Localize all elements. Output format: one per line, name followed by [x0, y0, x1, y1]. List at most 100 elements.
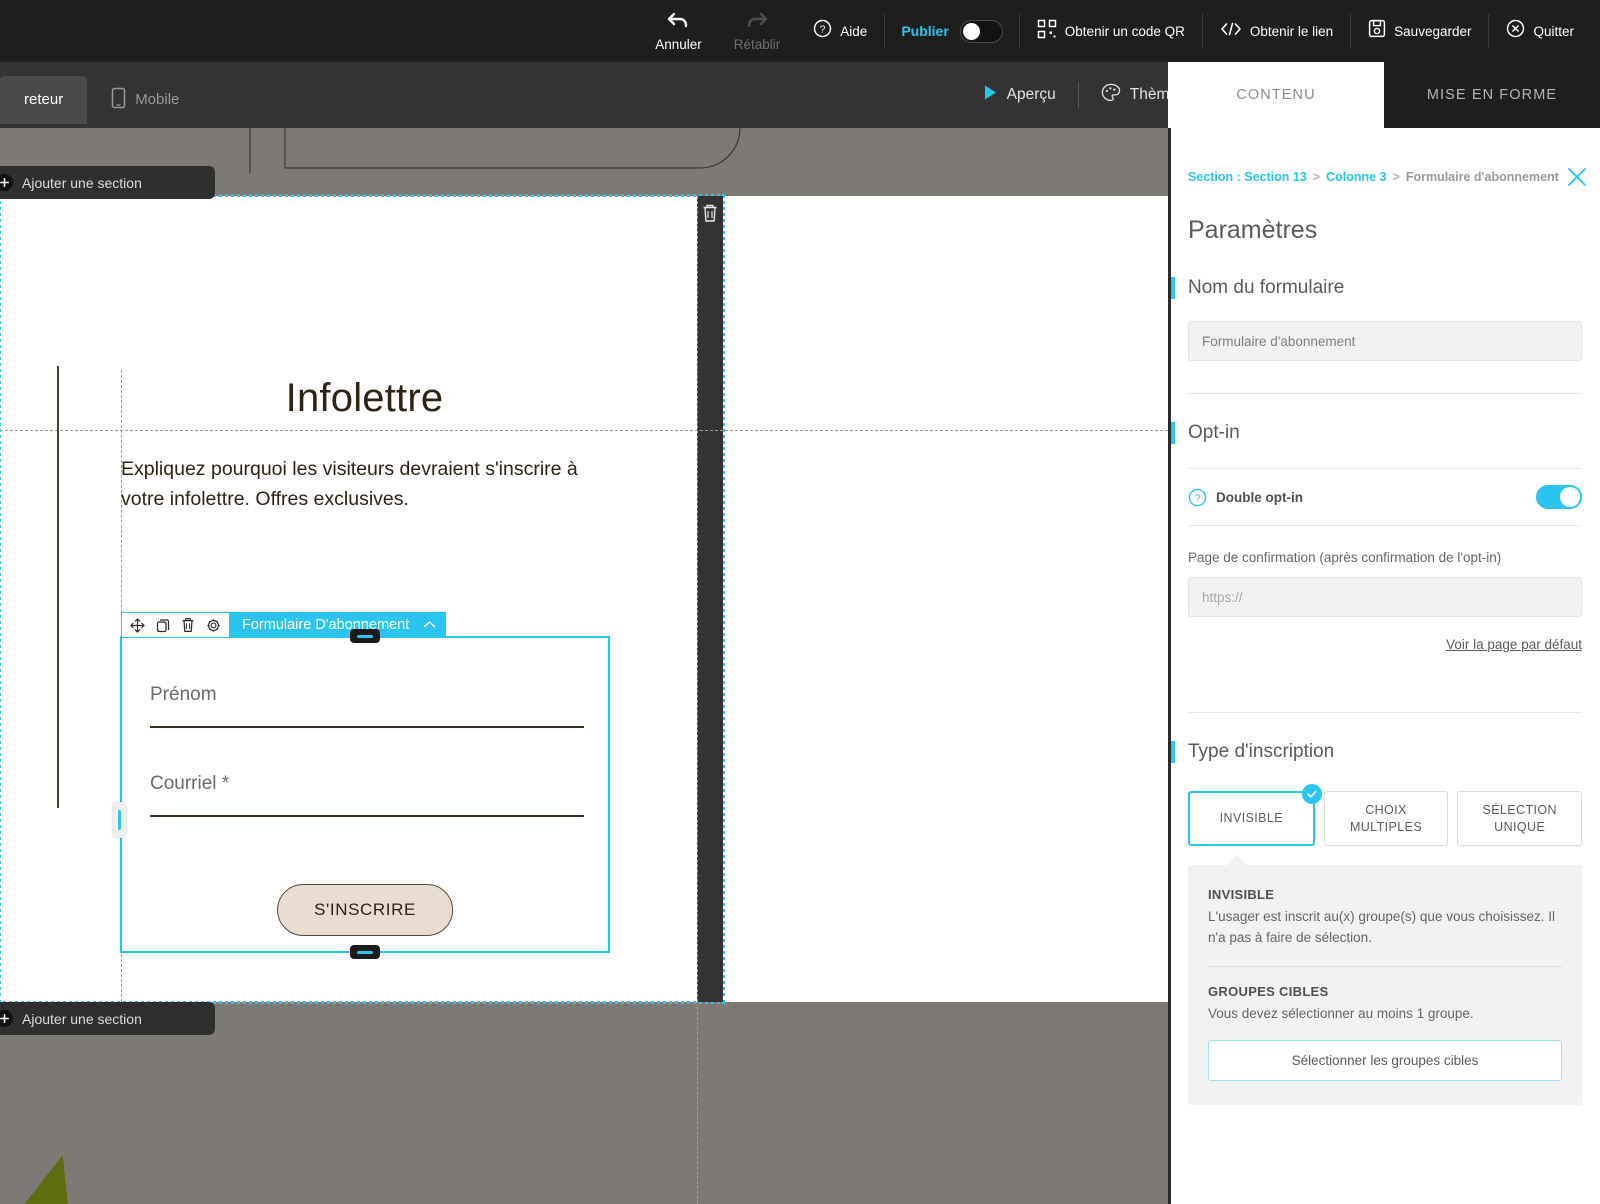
- form-field-first-name[interactable]: Prénom: [150, 684, 584, 728]
- subscription-form[interactable]: Prénom Courriel * S'INSCRIRE: [120, 636, 610, 953]
- element-toolbar-title: Formulaire D'abonnement: [242, 617, 409, 633]
- publish-switch[interactable]: [960, 20, 1003, 43]
- divider: [1188, 393, 1582, 394]
- decorative-green-shape: [5, 1155, 69, 1204]
- option-choix-multiples-label: CHOIX MULTIPLES: [1350, 802, 1422, 836]
- inscription-info-card: INVISIBLE L'usager est inscrit au(x) gro…: [1188, 865, 1582, 1105]
- quit-button[interactable]: Quitter: [1489, 0, 1600, 62]
- switch-knob: [1560, 487, 1580, 507]
- question-circle-icon[interactable]: ?: [1188, 488, 1207, 507]
- move-cross-icon[interactable]: [130, 618, 145, 633]
- element-toolbar-icons: [121, 612, 229, 638]
- newsletter-block[interactable]: Infolettre Expliquez pourquoi les visite…: [121, 200, 608, 514]
- option-invisible-label: INVISIBLE: [1220, 810, 1283, 827]
- resize-handle-top[interactable]: [350, 629, 380, 643]
- redo-label: Rétablir: [734, 37, 781, 52]
- callout-arrow: [1226, 855, 1248, 866]
- breadcrumb-section[interactable]: Section : Section 13: [1188, 170, 1307, 184]
- device-tab-mobile-label: Mobile: [135, 91, 179, 108]
- form-field-email[interactable]: Courriel *: [150, 773, 584, 817]
- section-form-name: Nom du formulaire: [1171, 277, 1600, 361]
- page-canvas[interactable]: Ajouter une section Infolettre Expliquez…: [0, 128, 1168, 1204]
- divider: [1188, 712, 1582, 713]
- gear-icon[interactable]: [206, 618, 221, 633]
- default-page-link[interactable]: Voir la page par défaut: [1188, 637, 1582, 652]
- add-section-top-label: Ajouter une section: [22, 175, 142, 191]
- resize-handle-left[interactable]: [113, 802, 126, 838]
- optin-title-label: Opt-in: [1188, 422, 1240, 443]
- accent-bar: [1171, 277, 1175, 299]
- option-invisible[interactable]: INVISIBLE: [1188, 791, 1315, 846]
- confirmation-page-label: Page de confirmation (après confirmation…: [1188, 550, 1582, 565]
- preview-label: Aperçu: [1007, 86, 1056, 104]
- option-choix-multiples[interactable]: CHOIX MULTIPLES: [1324, 791, 1449, 846]
- email-underline: [150, 815, 584, 817]
- close-x-icon[interactable]: [1565, 164, 1589, 190]
- newsletter-paragraph: Expliquez pourquoi les visiteurs devraie…: [121, 454, 608, 514]
- get-link-button[interactable]: Obtenir le lien: [1203, 0, 1350, 62]
- breadcrumb-column[interactable]: Colonne 3: [1326, 170, 1386, 184]
- tab-contenu[interactable]: CONTENU: [1168, 62, 1384, 128]
- device-tab-desktop-label: reteur: [24, 91, 63, 108]
- element-toolbar-title-bar[interactable]: Formulaire D'abonnement: [229, 612, 446, 638]
- inscription-type-options: INVISIBLE CHOIX MULTIPLES SÉLECTIO: [1188, 791, 1582, 846]
- section-optin: Opt-in ? Double opt-in Page de confirmat…: [1171, 422, 1600, 652]
- inscription-type-title: Type d'inscription: [1188, 741, 1582, 763]
- publish-toggle[interactable]: Publier: [885, 20, 1018, 43]
- device-tab-mobile[interactable]: Mobile: [87, 76, 203, 124]
- add-section-bottom-button[interactable]: Ajouter une section: [0, 1002, 215, 1035]
- question-circle-icon: ?: [813, 19, 832, 43]
- first-name-label: Prénom: [150, 684, 584, 706]
- form-name-input[interactable]: [1188, 321, 1582, 361]
- double-optin-label: Double opt-in: [1216, 490, 1303, 505]
- tab-mise-en-forme[interactable]: MISE EN FORME: [1384, 62, 1600, 128]
- option-selection-unique-label: SÉLECTION UNIQUE: [1482, 802, 1556, 836]
- undo-label: Annuler: [655, 37, 702, 52]
- trash-icon[interactable]: [181, 617, 195, 633]
- palette-icon: [1101, 83, 1121, 107]
- chevron-up-icon[interactable]: [423, 617, 436, 633]
- qr-code-icon: [1037, 19, 1057, 44]
- layout-guide-vertical-right: [697, 196, 698, 1002]
- resize-handle-bottom[interactable]: [350, 945, 380, 959]
- save-button[interactable]: Sauvegarder: [1351, 0, 1488, 62]
- add-section-top-button[interactable]: Ajouter une section: [0, 166, 215, 199]
- play-triangle-icon: [983, 84, 998, 106]
- accent-bar: [1171, 741, 1175, 763]
- top-toolbar: Annuler Rétablir ? Aide Publier Obtenir …: [0, 0, 1600, 62]
- double-optin-switch[interactable]: [1536, 485, 1582, 509]
- trash-icon[interactable]: [701, 203, 719, 223]
- svg-text:?: ?: [820, 25, 826, 36]
- device-tab-desktop[interactable]: reteur: [0, 76, 87, 124]
- double-optin-row: ? Double opt-in: [1188, 468, 1582, 526]
- handle-bar: [357, 635, 373, 638]
- duplicate-icon[interactable]: [156, 618, 170, 633]
- settings-panel: CONTENU MISE EN FORME Section : Section …: [1168, 62, 1600, 1204]
- save-label: Sauvegarder: [1394, 24, 1471, 39]
- help-button[interactable]: ? Aide: [796, 0, 884, 62]
- confirmation-page-input[interactable]: [1188, 577, 1582, 617]
- groups-text: Vous devez sélectionner au moins 1 group…: [1208, 1004, 1562, 1025]
- select-target-groups-button[interactable]: Sélectionner les groupes cibles: [1208, 1040, 1562, 1081]
- close-circle-icon: [1506, 19, 1525, 43]
- preview-button[interactable]: Aperçu: [961, 84, 1078, 106]
- info-card-title: INVISIBLE: [1208, 887, 1562, 902]
- newsletter-heading: Infolettre: [121, 376, 608, 421]
- mobile-phone-icon: [111, 87, 126, 113]
- get-qr-code-button[interactable]: Obtenir un code QR: [1020, 0, 1202, 62]
- code-brackets-icon: [1220, 21, 1242, 42]
- undo-button[interactable]: Annuler: [639, 0, 718, 62]
- redo-arrow-icon: [746, 11, 768, 34]
- option-selection-unique[interactable]: SÉLECTION UNIQUE: [1457, 791, 1582, 846]
- layout-guide-vertical-bottom: [697, 1002, 698, 1204]
- panel-tab-group: CONTENU MISE EN FORME: [1168, 62, 1600, 128]
- signup-submit-button[interactable]: S'INSCRIRE: [277, 884, 453, 936]
- divider: [1208, 966, 1562, 967]
- device-tab-group: reteur Mobile: [0, 62, 203, 128]
- breadcrumb-separator: >: [1313, 170, 1320, 184]
- decorative-vertical-rule: [57, 366, 59, 808]
- breadcrumb-current: Formulaire d'abonnement: [1406, 170, 1559, 184]
- breadcrumb-separator: >: [1393, 170, 1400, 184]
- plus-circle-icon: [0, 174, 13, 191]
- redo-button[interactable]: Rétablir: [718, 0, 797, 62]
